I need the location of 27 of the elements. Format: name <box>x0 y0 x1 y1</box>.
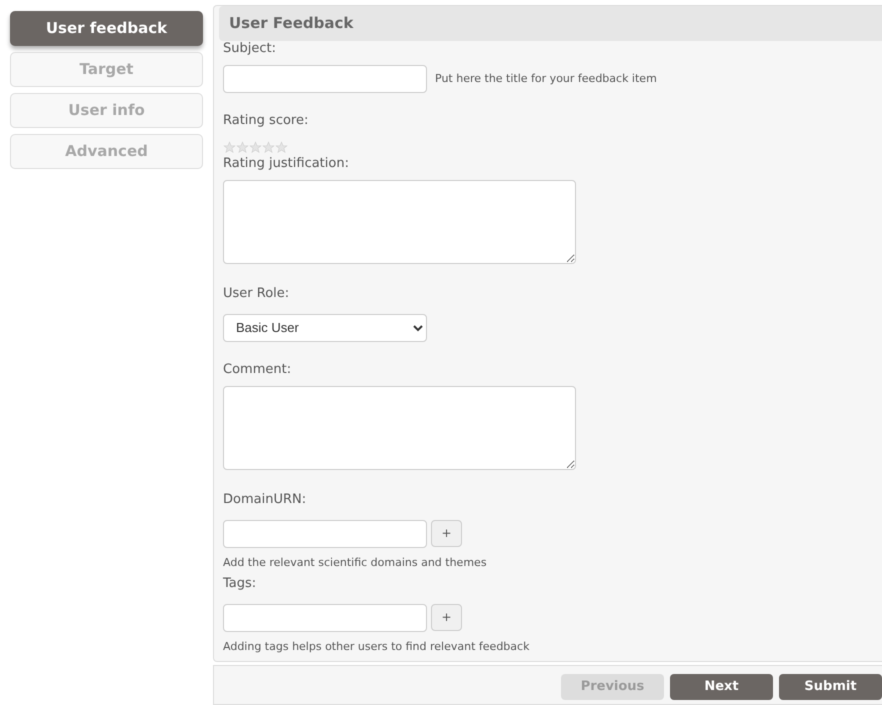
nav-button[interactable]: Next <box>670 674 773 700</box>
text-input[interactable] <box>223 520 427 548</box>
star-icon[interactable] <box>236 140 249 154</box>
add-button[interactable]: + <box>431 520 462 546</box>
field-label: DomainURN: <box>223 492 308 508</box>
field-label: User Role: <box>223 286 290 302</box>
panel-title: User Feedback <box>219 6 882 40</box>
field-label: Comment: <box>223 362 292 378</box>
field-label: Subject: <box>223 40 277 56</box>
field-label: Tags: <box>223 576 258 592</box>
field-label: Rating justification: <box>223 156 350 172</box>
star-icon[interactable] <box>275 140 288 154</box>
help-text: Add the relevant scientific domains and themes <box>223 556 488 570</box>
nav-button[interactable]: Submit <box>779 674 882 700</box>
step-tab[interactable]: User feedback <box>10 11 203 46</box>
add-button[interactable]: + <box>431 604 462 630</box>
hint-text: Put here the title for your feedback item <box>435 72 657 86</box>
text-input[interactable] <box>223 64 427 92</box>
field-label: Rating score: <box>223 112 310 128</box>
star-icon[interactable] <box>249 140 262 154</box>
role-select[interactable]: Basic User <box>223 314 427 342</box>
help-text: Adding tags helps other users to find relevant feedback <box>223 640 530 654</box>
star-icon[interactable] <box>223 140 236 154</box>
text-area[interactable] <box>223 180 576 264</box>
text-input[interactable] <box>223 604 427 632</box>
text-area[interactable] <box>223 386 576 470</box>
star-icon[interactable] <box>262 140 275 154</box>
